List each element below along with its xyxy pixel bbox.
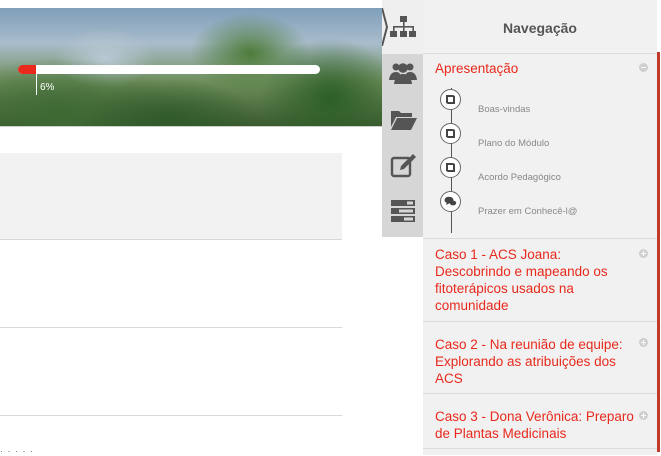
content-panel (0, 153, 342, 240)
divider (423, 238, 657, 239)
content-panel (0, 240, 342, 328)
lesson-link-plano-do-modulo[interactable]: Plano do Módulo (478, 138, 549, 149)
section-title-line: Caso 1 - ACS Joana: (435, 247, 562, 262)
divider (423, 321, 657, 322)
divider (423, 448, 657, 449)
progress-percent-label: 6% (40, 82, 55, 93)
divider (423, 393, 657, 394)
section-title-line: Caso 2 - Na reunião de equipe: (435, 337, 623, 352)
lesson-link-boas-vindas[interactable]: Boas-vindas (478, 104, 530, 115)
navigation-title: Navegação (503, 20, 577, 36)
section-title-line: Descobrindo e mapeando os (435, 264, 608, 279)
section-title-caso-3[interactable]: Caso 3 - Dona Verônica: Preparo de Plant… (435, 408, 634, 442)
tasks-icon[interactable] (388, 196, 418, 226)
section-title-line: Caso 3 - Dona Verônica: Preparo (435, 409, 634, 424)
expand-icon[interactable] (639, 249, 648, 258)
content-panel (0, 328, 342, 416)
expand-icon[interactable] (639, 338, 648, 347)
header-banner-image: 6% (0, 8, 384, 126)
sidebar-icon-column (382, 0, 423, 237)
folder-open-icon[interactable] (388, 104, 418, 134)
section-title-apresentacao[interactable]: Apresentação (435, 60, 518, 77)
book-icon[interactable] (440, 89, 461, 110)
section-title-caso-2[interactable]: Caso 2 - Na reunião de equipe: Explorand… (435, 336, 623, 387)
progress-bar (18, 65, 320, 74)
sitemap-icon[interactable] (388, 13, 418, 43)
section-title-line: fitoterápicos usados na (435, 281, 574, 296)
divider (423, 53, 657, 54)
section-title-line: comunidade (435, 298, 509, 313)
expand-icon[interactable] (639, 411, 648, 420)
lesson-link-prazer-em-conhece-la[interactable]: Prazer em Conhecê-l@ (478, 206, 577, 217)
progress-bar-fill (18, 65, 36, 74)
collapse-icon[interactable] (639, 63, 648, 72)
users-icon[interactable] (388, 58, 418, 88)
chat-icon[interactable] (440, 191, 461, 212)
section-title-line: de Plantas Medicinais (435, 426, 567, 441)
book-icon[interactable] (440, 157, 461, 178)
lesson-link-acordo-pedagogico[interactable]: Acordo Pedagógico (478, 172, 561, 183)
banner-divider (0, 126, 384, 127)
edit-icon[interactable] (388, 150, 418, 180)
progress-marker (36, 74, 37, 95)
book-icon[interactable] (440, 123, 461, 144)
section-title-line: Explorando as atribuições dos (435, 354, 616, 369)
section-title-caso-1[interactable]: Caso 1 - ACS Joana: Descobrindo e mapean… (435, 246, 608, 314)
section-title-line: ACS (435, 371, 463, 386)
navigation-accent-border (657, 52, 660, 452)
